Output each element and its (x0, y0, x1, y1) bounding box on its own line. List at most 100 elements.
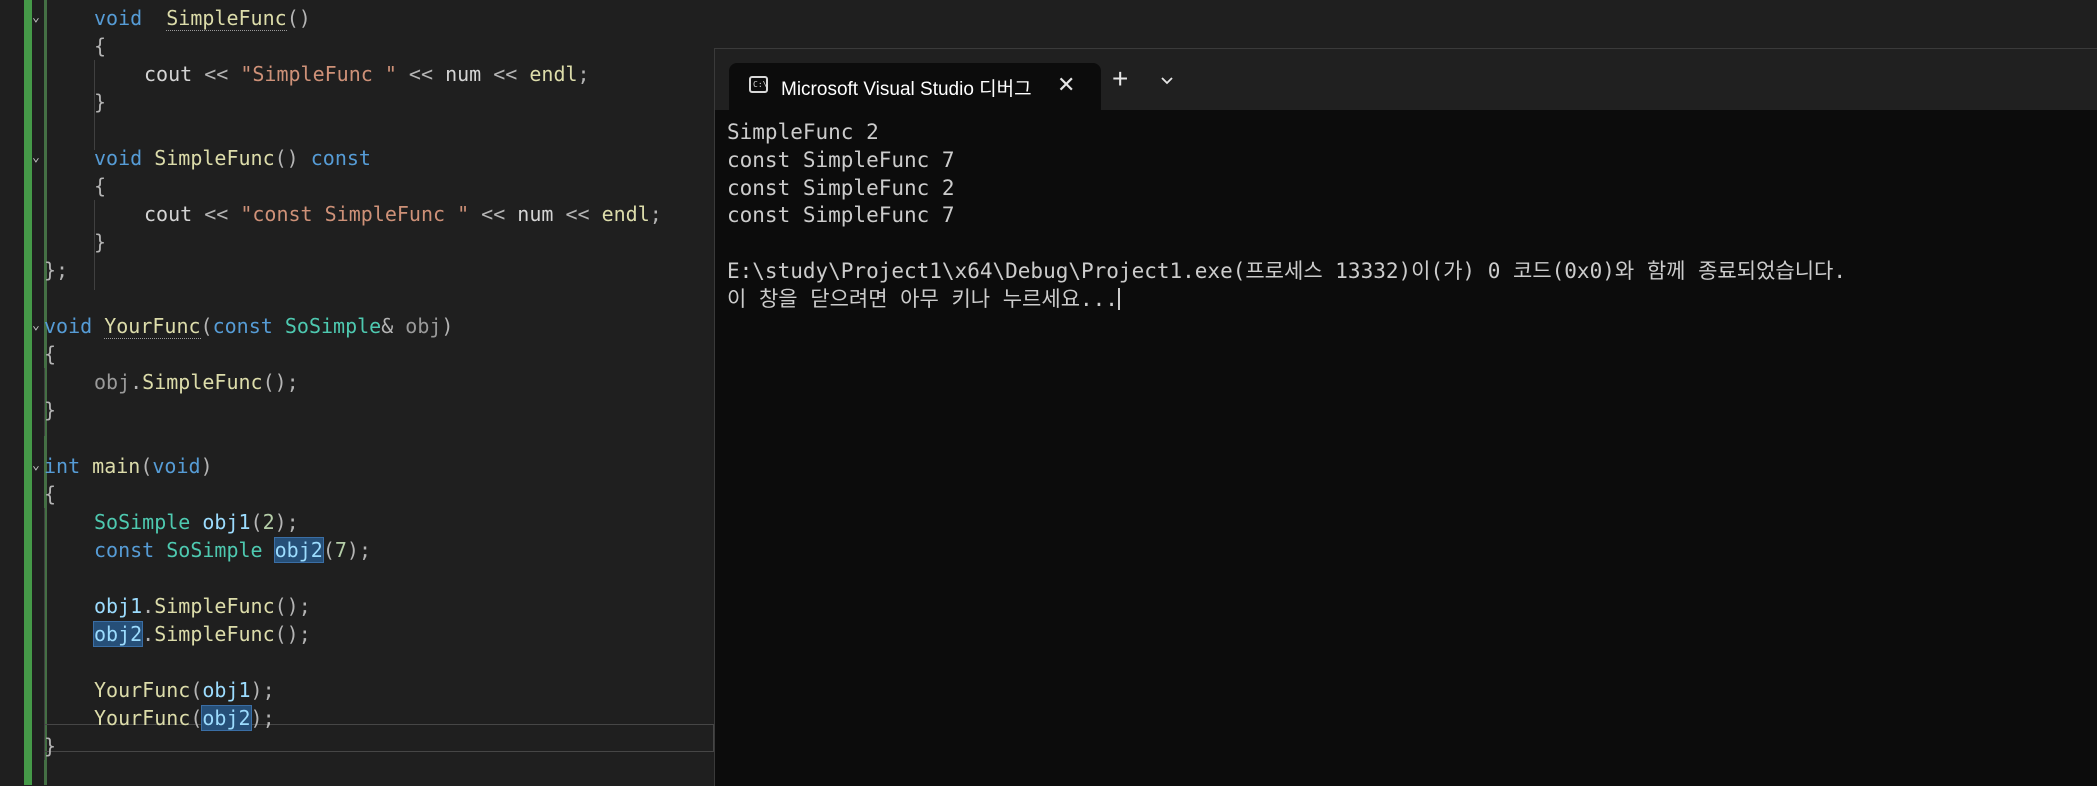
code-token: (); (262, 370, 299, 394)
indent-guide (44, 508, 45, 760)
code-line[interactable]: } (44, 732, 56, 760)
code-token: YourFunc (94, 706, 191, 730)
code-token: num (445, 62, 494, 86)
text-cursor (1117, 287, 1120, 310)
fold-chevron-icon[interactable]: ⌄ (32, 144, 44, 172)
code-line[interactable]: obj.SimpleFunc(); (94, 368, 299, 396)
code-token: (); (274, 594, 311, 618)
code-token: ); (250, 706, 275, 730)
code-token: YourFunc (104, 314, 201, 339)
code-line[interactable]: obj2.SimpleFunc(); (92, 620, 311, 648)
code-token: 7 (334, 538, 347, 562)
code-token: "const SimpleFunc " (240, 202, 470, 226)
code-line[interactable]: obj1.SimpleFunc(); (94, 592, 311, 620)
new-tab-button[interactable]: + (1112, 63, 1128, 95)
console-line: SimpleFunc 2 (727, 120, 879, 144)
code-token: int (44, 454, 81, 478)
code-token: << (396, 62, 446, 86)
chevron-down-icon[interactable] (1160, 71, 1174, 90)
code-token: . (142, 594, 155, 618)
code-line[interactable]: { (94, 172, 106, 200)
code-token: SimpleFunc (142, 370, 263, 394)
console-output: SimpleFunc 2 const SimpleFunc 7 const Simp… (727, 119, 2097, 314)
console-line: 이 창을 닫으려면 아무 키나 누르세요... (727, 286, 1120, 311)
code-token: ( (190, 678, 203, 702)
code-token: ); (274, 510, 299, 534)
code-line[interactable]: { (94, 32, 106, 60)
fold-chevron-icon[interactable]: ⌄ (32, 312, 44, 340)
console-line: const SimpleFunc 7 (727, 203, 955, 228)
code-line[interactable]: cout << "const SimpleFunc " << num << en… (144, 200, 662, 228)
code-token: () (274, 146, 311, 170)
code-token: ( (190, 706, 203, 730)
fold-chevron-icon[interactable]: ⌄ (32, 452, 44, 480)
code-token: obj2 (92, 621, 144, 647)
code-token: void (94, 146, 143, 170)
code-token: { (44, 342, 57, 366)
code-line[interactable]: { (44, 480, 56, 508)
code-token: { (94, 34, 107, 58)
code-token: SoSimple (166, 538, 263, 562)
code-line[interactable]: void SimpleFunc() const (94, 144, 371, 172)
code-token: SoSimple (284, 314, 382, 338)
code-token: obj1 (94, 594, 143, 618)
code-token: 2 (262, 510, 275, 534)
code-line[interactable]: YourFunc(obj2); (94, 704, 275, 732)
code-token: ( (322, 538, 335, 562)
code-line[interactable]: int main(void) (44, 452, 213, 480)
console-icon: C:\ (749, 76, 768, 93)
code-token: } (44, 734, 57, 758)
indent-guide (94, 60, 95, 150)
code-editor[interactable]: void SimpleFunc() ⌄{cout << "SimpleFunc "… (0, 0, 714, 785)
code-token: ; (577, 62, 590, 86)
code-line[interactable]: YourFunc(obj1); (94, 676, 275, 704)
code-token: void (44, 314, 93, 338)
code-line[interactable]: { (44, 340, 56, 368)
console-window[interactable]: C:\ Microsoft Visual Studio 디버그 ✕ + Simp… (714, 48, 2097, 786)
code-line[interactable]: }; (44, 256, 68, 284)
code-token: "SimpleFunc " (240, 62, 397, 86)
code-token: obj2 (201, 705, 252, 731)
fold-chevron-icon[interactable]: ⌄ (32, 4, 44, 32)
code-token: main (92, 454, 141, 478)
console-line: E:\study\Project1\x64\Debug\Project1.exe… (727, 258, 1846, 283)
code-token: const (94, 538, 155, 562)
code-line[interactable]: void YourFunc(const SoSimple& obj) (44, 312, 453, 340)
close-icon[interactable]: ✕ (1057, 72, 1075, 98)
code-token: endl (601, 202, 650, 226)
console-line: const SimpleFunc 7 (727, 147, 955, 172)
code-token: obj1 (202, 510, 251, 534)
code-line[interactable]: } (44, 396, 56, 424)
code-token: SimpleFunc (154, 622, 275, 646)
code-token: << (204, 62, 241, 86)
code-token: ); (250, 678, 275, 702)
indent-guide (94, 200, 95, 290)
code-token: obj (94, 370, 131, 394)
code-token: const (310, 146, 371, 170)
code-token: ) (200, 454, 213, 478)
tab-title: Microsoft Visual Studio 디버그 (781, 79, 1032, 100)
code-token: YourFunc (94, 678, 191, 702)
code-token: ( (140, 454, 153, 478)
code-line[interactable]: const SoSimple obj2(7); (94, 536, 371, 564)
code-line[interactable]: cout << "SimpleFunc " << num << endl; (144, 60, 590, 88)
code-token: } (94, 230, 107, 254)
code-token: << (565, 202, 602, 226)
code-token: ; (649, 202, 662, 226)
code-token: ( (200, 314, 213, 338)
code-token: num (517, 202, 566, 226)
code-line[interactable]: } (94, 228, 106, 256)
code-line[interactable]: SoSimple obj1(2); (94, 508, 299, 536)
code-token: obj (405, 314, 442, 338)
tab-debug-console[interactable]: C:\ Microsoft Visual Studio 디버그 ✕ (729, 63, 1101, 110)
indent-guide (44, 368, 45, 436)
code-token: (); (274, 622, 311, 646)
change-indicator-bar (24, 0, 32, 785)
code-token: const (212, 314, 273, 338)
code-line[interactable]: } (94, 88, 106, 116)
code-token: void (94, 6, 143, 30)
code-line[interactable]: void SimpleFunc() (94, 4, 311, 32)
